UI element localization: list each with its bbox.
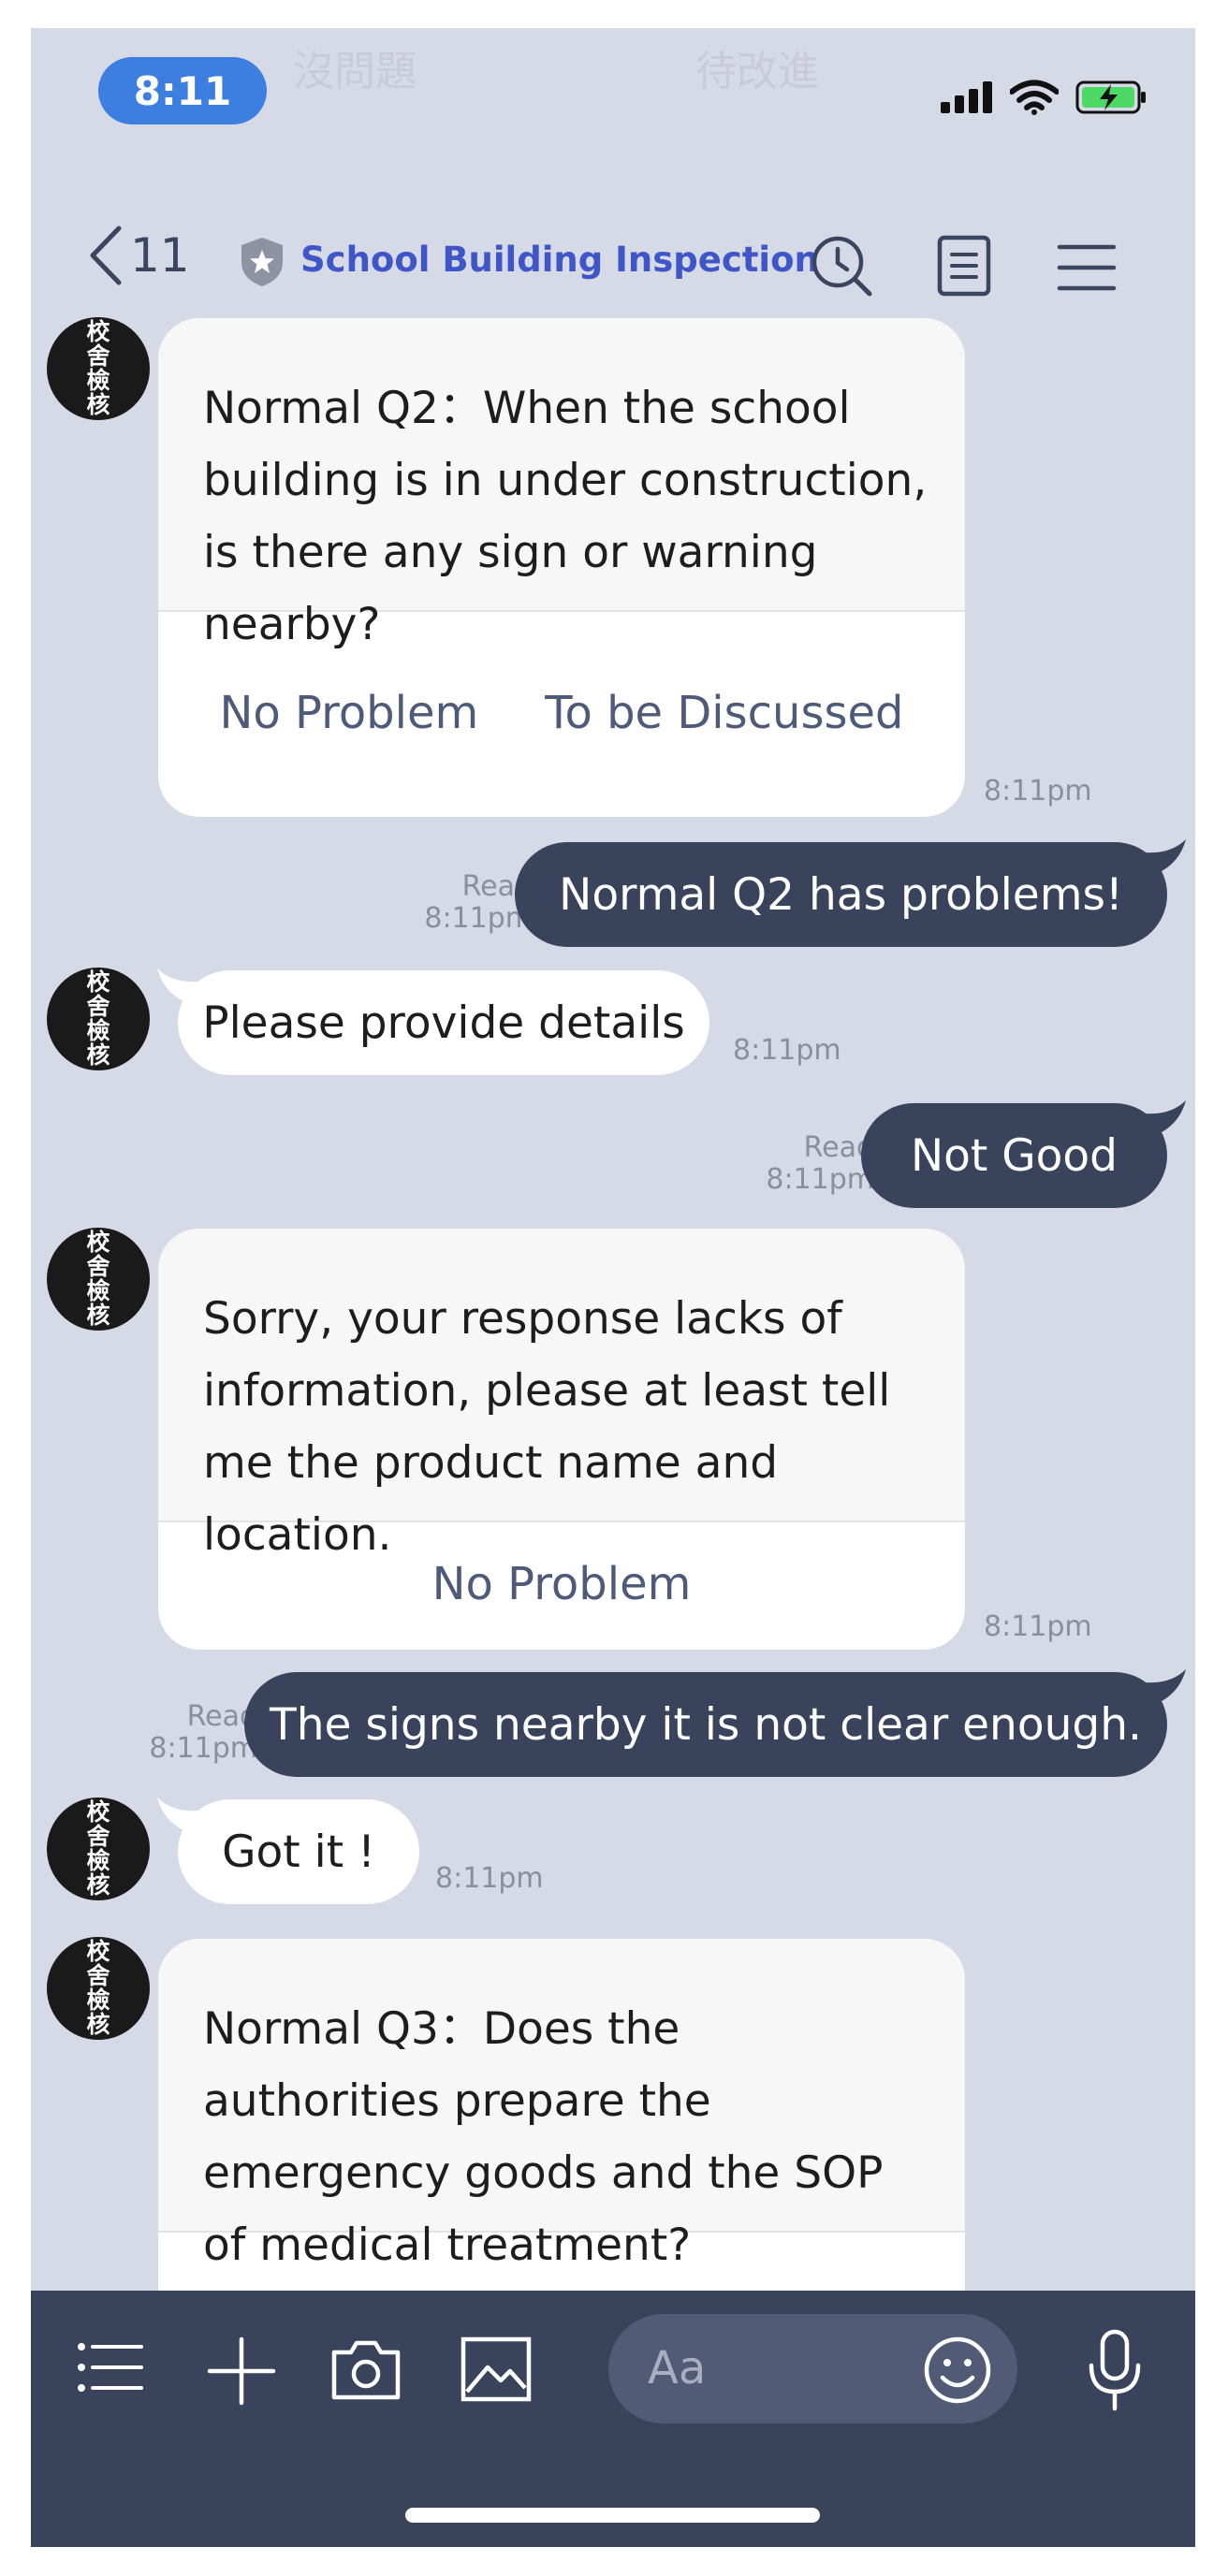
- card-text: Normal Q2：When the school building is in…: [158, 318, 965, 650]
- no-problem-button[interactable]: No Problem: [432, 1558, 692, 1610]
- message-time: 8:11pm: [984, 775, 1092, 808]
- wifi-icon: [1010, 80, 1059, 115]
- chat-screen: 沒問題 待改進 8:11 11 School Building Inspecti…: [31, 28, 1195, 2547]
- status-time: 8:11: [98, 57, 267, 124]
- incoming-bubble[interactable]: Please provide details: [157, 968, 709, 1075]
- outgoing-bubble[interactable]: The signs nearby it is not clear enough.: [244, 1669, 1186, 1777]
- chevron-left-icon: [90, 226, 122, 285]
- menu-icon[interactable]: [1057, 243, 1117, 292]
- chat-header: 11 School Building Inspection: [31, 168, 1195, 299]
- microphone-icon[interactable]: [1084, 2328, 1146, 2412]
- incoming-bubble[interactable]: Got it !: [157, 1797, 419, 1904]
- signal-icon: [941, 81, 992, 113]
- bot-avatar[interactable]: 校舍檢核: [47, 1797, 150, 1900]
- image-icon[interactable]: [460, 2336, 533, 2403]
- bot-avatar[interactable]: 校舍檢核: [47, 317, 150, 420]
- message-time: 8:11pm: [435, 1862, 544, 1895]
- background-label: 待改進: [695, 48, 819, 95]
- background-label: 沒問題: [293, 48, 417, 95]
- chat-title[interactable]: School Building Inspection: [300, 240, 819, 280]
- status-bar: 沒問題 待改進 8:11: [31, 28, 1195, 168]
- clock-search-icon[interactable]: [810, 234, 875, 299]
- outgoing-bubble[interactable]: Not Good: [861, 1100, 1186, 1208]
- emoji-icon[interactable]: [922, 2335, 993, 2406]
- home-indicator[interactable]: [405, 2508, 820, 2523]
- message-time: 8:11pm: [984, 1610, 1092, 1643]
- to-be-discussed-button[interactable]: To be Discussed: [545, 687, 903, 739]
- input-bar: Aa: [31, 2291, 1195, 2547]
- battery-charging-icon: [1075, 80, 1146, 114]
- input-placeholder: Aa: [648, 2342, 707, 2394]
- bubble-tail: [1130, 1100, 1186, 1138]
- back-button[interactable]: 11: [87, 225, 190, 286]
- card-text: Sorry, your response lacks of informatio…: [158, 1229, 965, 1561]
- bubble-tail: [1130, 839, 1186, 877]
- camera-icon[interactable]: [329, 2336, 403, 2403]
- bubble-tail: [1130, 1669, 1186, 1707]
- list-menu-icon[interactable]: [76, 2339, 143, 2395]
- bot-avatar[interactable]: 校舍檢核: [47, 1228, 150, 1331]
- card-text: Normal Q3：Does the authorities prepare t…: [158, 1939, 965, 2271]
- message-input[interactable]: Aa: [608, 2314, 1017, 2423]
- status-icons: [941, 80, 1150, 115]
- question-card: Sorry, your response lacks of informatio…: [158, 1229, 965, 1650]
- unread-count: 11: [130, 228, 190, 283]
- plus-icon[interactable]: [206, 2336, 277, 2407]
- bot-avatar[interactable]: 校舍檢核: [47, 1937, 150, 2040]
- no-problem-button[interactable]: No Problem: [220, 687, 479, 739]
- outgoing-bubble[interactable]: Normal Q2 has problems!: [515, 839, 1186, 947]
- message-time: 8:11pm: [733, 1034, 841, 1067]
- bubble-tail: [157, 968, 213, 1006]
- bubble-tail: [157, 1797, 213, 1835]
- question-card: Normal Q3：Does the authorities prepare t…: [158, 1939, 965, 2332]
- shield-star-icon: [241, 238, 283, 286]
- notes-icon[interactable]: [936, 234, 992, 298]
- read-receipt: Read 8:11pm: [766, 1131, 874, 1196]
- bot-avatar[interactable]: 校舍檢核: [47, 968, 150, 1070]
- read-receipt: Read 8:11pm: [149, 1700, 257, 1765]
- question-card: Normal Q2：When the school building is in…: [158, 318, 965, 817]
